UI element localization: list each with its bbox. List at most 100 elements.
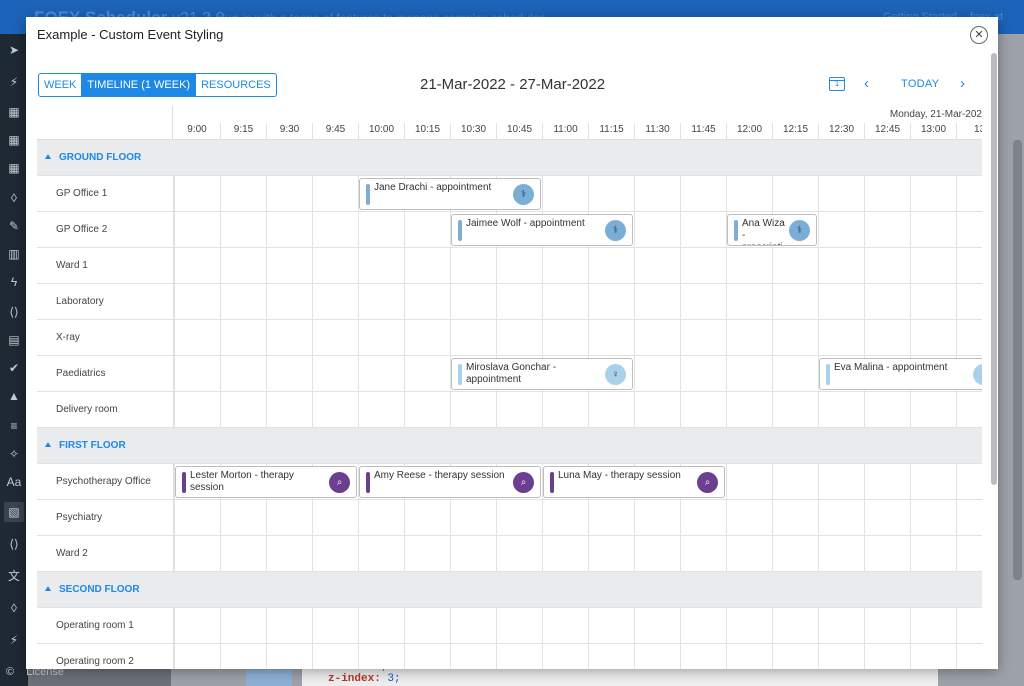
row-timeslots[interactable] xyxy=(174,140,982,176)
event-card[interactable]: Lester Morton - therapy session ⌕ xyxy=(175,466,357,498)
resource-label: Delivery room xyxy=(37,392,174,428)
timeline-header: Monday, 21-Mar-202 9:00 9:15 9:30 9:45 10:00… xyxy=(37,106,982,140)
resource-label: Laboratory xyxy=(37,284,174,320)
translate-icon[interactable]: 文 xyxy=(6,568,22,584)
resource-label: Operating room 1 xyxy=(37,608,174,644)
magnifier-icon: ⌕ xyxy=(513,472,534,493)
group-toggle[interactable]: SECOND FLOOR xyxy=(37,572,174,608)
row-timeslots[interactable] xyxy=(174,284,982,320)
event-card[interactable]: Luna May - therapy session ⌕ xyxy=(543,466,725,498)
row-timeslots[interactable] xyxy=(174,644,982,669)
warning-icon[interactable]: ▲ xyxy=(6,388,22,404)
event-color-bar xyxy=(550,472,554,493)
row-timeslots[interactable] xyxy=(174,428,982,464)
resource-name: Ward 1 xyxy=(56,260,88,271)
database-icon[interactable]: ≡ xyxy=(6,418,22,434)
event-card[interactable]: Eva Malina - appointment ♀ xyxy=(819,358,982,390)
row-timeslots[interactable]: Miroslava Gonchar - appointment ♀ Eva Mali… xyxy=(174,356,982,392)
view-resources-button[interactable]: RESOURCES xyxy=(196,74,276,96)
resource-row: Psychotherapy Office Lester Morton - ther… xyxy=(37,464,982,500)
drop-icon[interactable]: ◊ xyxy=(6,190,22,206)
time-label: 10:00 xyxy=(358,123,404,140)
app-sidebar: ➤ ⚡ ▦ ▦ ▦ ◊ ✎ ▥ ϟ ⟨⟩ ▤ ✔ ▲ ≡ ✧ Aa ▧ ⟨⟩ 文… xyxy=(0,34,28,686)
row-timeslots[interactable] xyxy=(174,248,982,284)
resource-name: Paediatrics xyxy=(56,368,106,379)
row-timeslots[interactable]: Jane Drachi - appointment ⚕ xyxy=(174,176,982,212)
event-card[interactable]: Amy Reese - therapy session ⌕ xyxy=(359,466,541,498)
resource-row: Paediatrics Miroslava Gonchar - appointme… xyxy=(37,356,982,392)
collapse-triangle-icon[interactable] xyxy=(45,154,51,159)
code-line: z-index: 3; xyxy=(328,673,401,685)
row-timeslots[interactable] xyxy=(174,320,982,356)
view-week-button[interactable]: WEEK xyxy=(39,74,83,96)
resource-group-row: GROUND FLOOR xyxy=(37,140,982,176)
today-button[interactable]: TODAY xyxy=(901,78,939,90)
plug-icon[interactable]: ⚡ xyxy=(6,632,22,648)
resource-label: Psychiatry xyxy=(37,500,174,536)
event-title: Jane Drachi - appointment xyxy=(374,182,492,193)
collapse-triangle-icon[interactable] xyxy=(45,442,51,447)
magnifier-icon: ⌕ xyxy=(697,472,718,493)
cursor-icon[interactable]: ➤ xyxy=(6,42,22,58)
brush-icon[interactable]: ✎ xyxy=(6,218,22,234)
resource-row: Operating room 2 xyxy=(37,644,982,669)
calendar-picker-icon[interactable]: 1 xyxy=(829,77,845,91)
code-icon[interactable]: ⟨⟩ xyxy=(6,304,22,320)
event-card[interactable]: Jane Drachi - appointment ⚕ xyxy=(359,178,541,210)
group-toggle[interactable]: GROUND FLOOR xyxy=(37,140,174,176)
dialog-scrollbar[interactable] xyxy=(991,53,997,485)
event-card[interactable]: Jaimee Wolf - appointment ⚕ xyxy=(451,214,633,246)
clipboard-icon[interactable]: ▤ xyxy=(6,332,22,348)
time-label: 11:45 xyxy=(680,123,726,140)
event-color-bar xyxy=(366,472,370,493)
group-label: GROUND FLOOR xyxy=(59,152,142,163)
scheduler-timeline: Monday, 21-Mar-202 9:00 9:15 9:30 9:45 10:00… xyxy=(37,106,982,669)
plug-icon[interactable]: ⚡ xyxy=(6,74,22,90)
resource-name: GP Office 2 xyxy=(56,224,108,235)
resource-label: Ward 2 xyxy=(37,536,174,572)
resource-row: Delivery room xyxy=(37,392,982,428)
page-scrollbar[interactable] xyxy=(1013,140,1022,580)
event-title: Eva Malina - appointment xyxy=(834,362,948,373)
close-icon[interactable]: ✕ xyxy=(970,26,988,44)
row-timeslots[interactable] xyxy=(174,500,982,536)
calendar-icon[interactable]: ▦ xyxy=(6,132,22,148)
event-card[interactable]: Miroslava Gonchar - appointment ♀ xyxy=(451,358,633,390)
row-timeslots[interactable]: Jaimee Wolf - appointment⚕ Ana Wiza - pre… xyxy=(174,212,982,248)
code-icon[interactable]: ⟨⟩ xyxy=(6,536,22,552)
drop-icon[interactable]: ◊ xyxy=(6,600,22,616)
resource-row: GP Office 2 Jaimee Wolf - appointment ⚕ Ana… xyxy=(37,212,982,248)
row-timeslots[interactable]: Lester Morton - therapy session ⌕ Amy Rees… xyxy=(174,464,982,500)
font-icon[interactable]: Aa xyxy=(6,474,22,490)
calendar-icon[interactable]: ▦ xyxy=(6,160,22,176)
event-color-bar xyxy=(458,364,462,385)
styling-icon[interactable]: ▧ xyxy=(4,502,24,522)
group-label: SECOND FLOOR xyxy=(59,584,140,595)
row-timeslots[interactable] xyxy=(174,572,982,608)
resource-name: Ward 2 xyxy=(56,548,88,559)
wand-icon[interactable]: ✧ xyxy=(6,446,22,462)
collapse-triangle-icon[interactable] xyxy=(45,586,51,591)
resource-group-row: SECOND FLOOR xyxy=(37,572,982,608)
row-timeslots[interactable] xyxy=(174,392,982,428)
next-button[interactable]: › xyxy=(960,75,965,92)
time-scale: 9:00 9:15 9:30 9:45 10:00 10:15 10:30 10:45 11:0… xyxy=(174,123,982,140)
calendar-icon[interactable]: ▦ xyxy=(6,104,22,120)
row-timeslots[interactable] xyxy=(174,536,982,572)
day-header: Monday, 21-Mar-202 xyxy=(889,109,982,120)
time-label: 11:30 xyxy=(634,123,680,140)
time-label: 10:15 xyxy=(404,123,450,140)
time-label: 10:45 xyxy=(496,123,542,140)
time-label: 12:00 xyxy=(726,123,772,140)
check-icon[interactable]: ✔ xyxy=(6,360,22,376)
magnifier-icon: ⌕ xyxy=(329,472,350,493)
bolt-icon[interactable]: ϟ xyxy=(6,274,22,290)
resource-name: Delivery room xyxy=(56,404,118,415)
group-toggle[interactable]: FIRST FLOOR xyxy=(37,428,174,464)
layout-icon[interactable]: ▥ xyxy=(6,246,22,262)
stethoscope-icon: ⚕ xyxy=(513,184,534,205)
previous-button[interactable]: ‹ xyxy=(864,75,869,92)
row-timeslots[interactable] xyxy=(174,608,982,644)
view-timeline-button[interactable]: TIMELINE (1 WEEK) xyxy=(82,74,197,96)
event-card[interactable]: Ana Wiza - prescripti...⚕ xyxy=(727,214,817,246)
